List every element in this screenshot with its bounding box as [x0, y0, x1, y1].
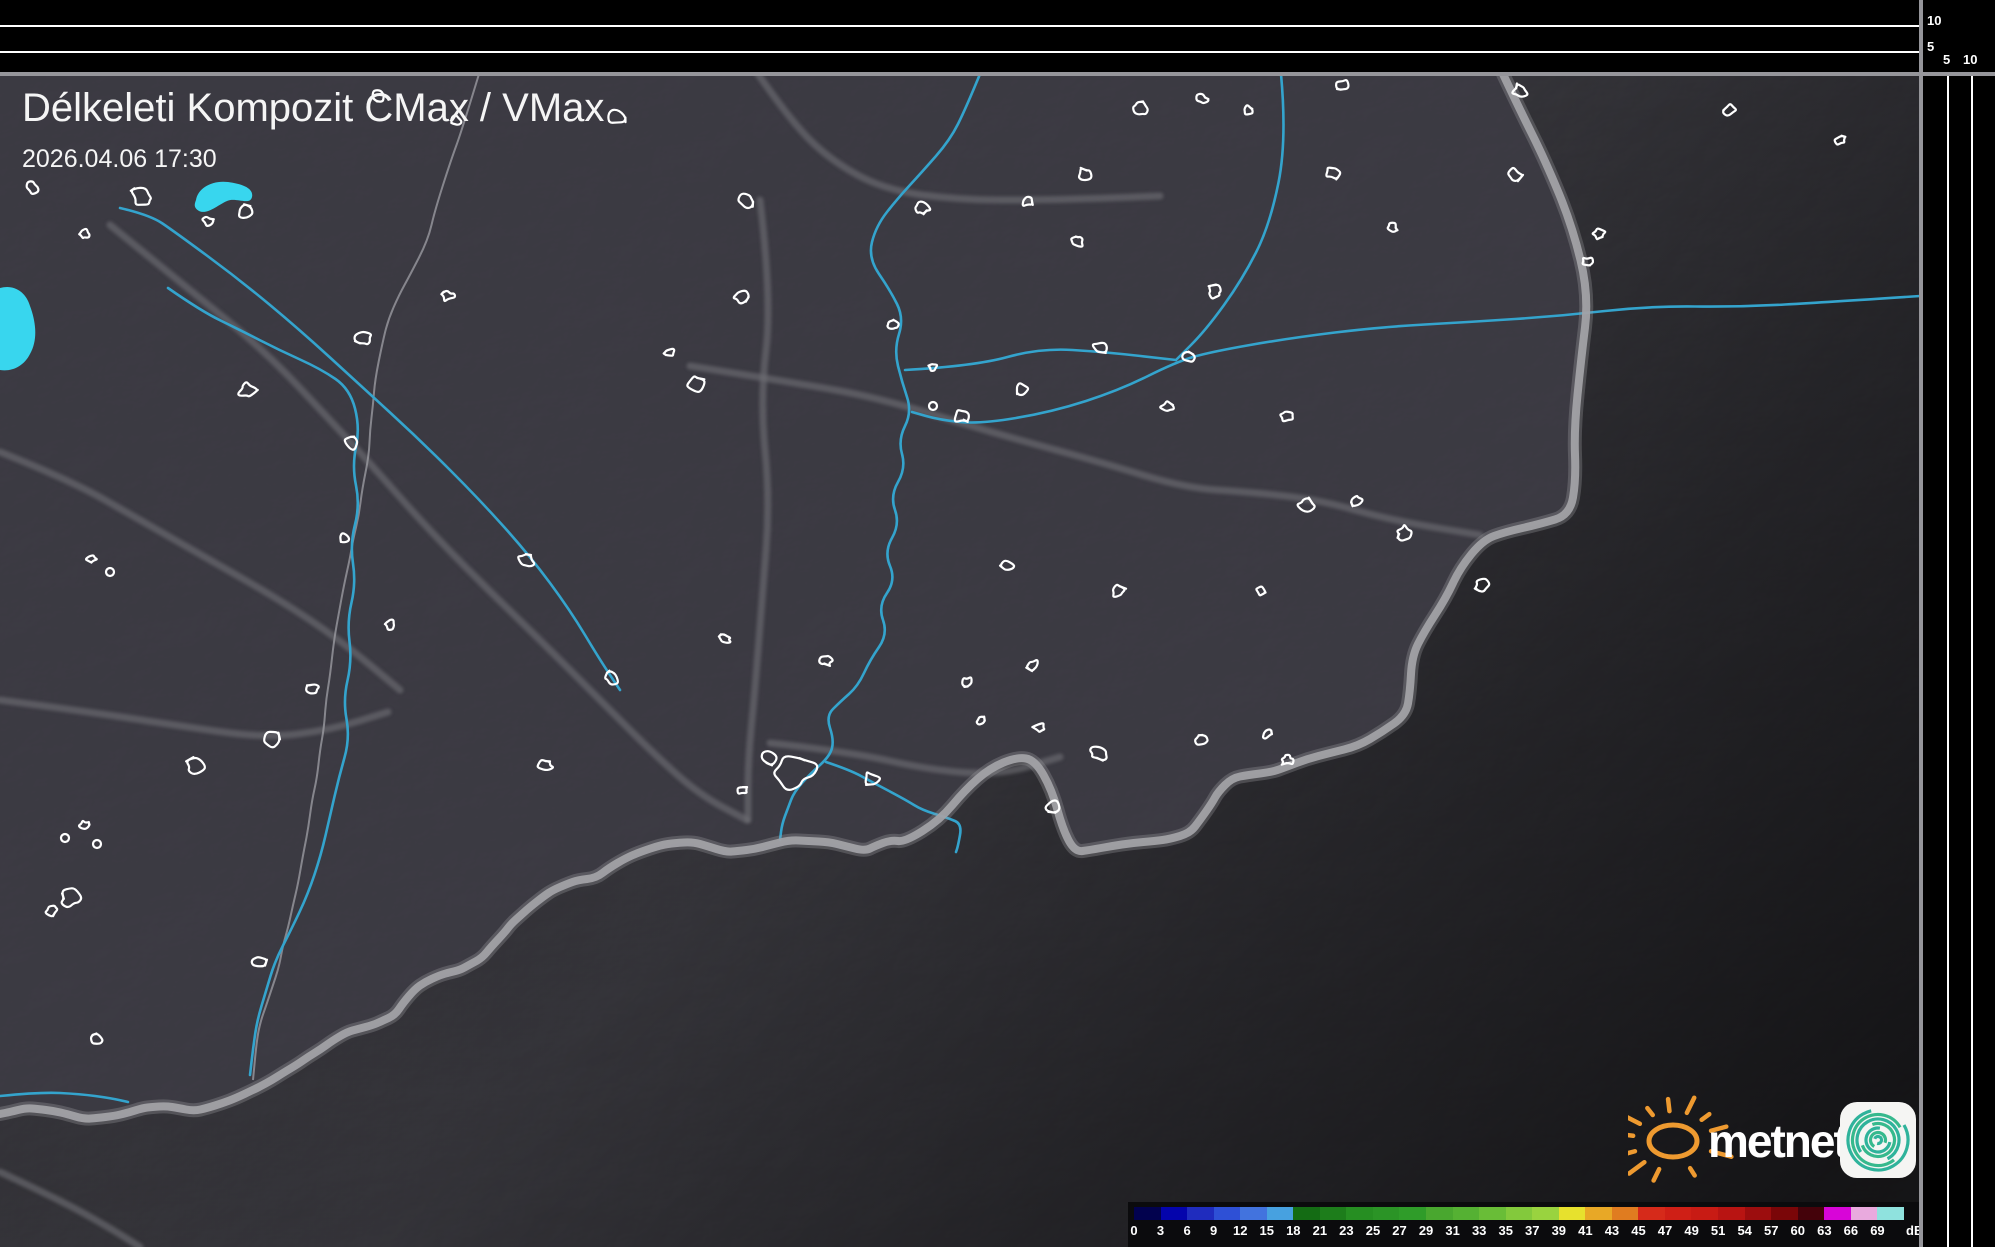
height-gridline [1947, 76, 1949, 1247]
dbz-tick-label: 60 [1787, 1223, 1809, 1239]
dbz-tick-label: 49 [1681, 1223, 1703, 1239]
dbz-color-cell [1346, 1207, 1373, 1220]
dbz-colorbar [1134, 1207, 1904, 1220]
dbz-color-cell [1665, 1207, 1692, 1220]
dbz-tick-label: 57 [1760, 1223, 1782, 1239]
dbz-color-cell [1426, 1207, 1453, 1220]
top-cross-section-panel [0, 0, 1919, 72]
dbz-color-cell [1851, 1207, 1878, 1220]
timestamp: 2026.04.06 17:30 [22, 145, 604, 174]
map-top-border-line [0, 72, 1995, 76]
dbz-tick-label: 51 [1707, 1223, 1729, 1239]
page-title: Délkeleti Kompozit CMax / VMax [22, 86, 604, 131]
dbz-color-cell [1877, 1207, 1904, 1220]
height-axis-tick-label: 5 [1927, 40, 1934, 53]
dbz-tick-label: 12 [1229, 1223, 1251, 1239]
dbz-color-cell [1134, 1207, 1161, 1220]
dbz-tick-label: 63 [1813, 1223, 1835, 1239]
dbz-color-cell [1532, 1207, 1559, 1220]
dbz-tick-label: 45 [1627, 1223, 1649, 1239]
sun-ray [1628, 1151, 1635, 1154]
dbz-color-cell [1745, 1207, 1772, 1220]
sun-ray [1647, 1108, 1652, 1115]
dbz-tick-label: 9 [1203, 1223, 1225, 1239]
dbz-tick-label: 39 [1548, 1223, 1570, 1239]
dbz-color-cell [1453, 1207, 1480, 1220]
height-axis-tick-label: 10 [1963, 53, 1977, 66]
dbz-color-cell [1479, 1207, 1506, 1220]
height-gridline [0, 51, 1919, 53]
dbz-color-cell [1506, 1207, 1533, 1220]
dbz-color-cell [1585, 1207, 1612, 1220]
metnet-logo[interactable]: metnet [1628, 1094, 1928, 1189]
sun-ray [1668, 1099, 1669, 1111]
dbz-color-cell [1161, 1207, 1188, 1220]
dbz-color-cell [1187, 1207, 1214, 1220]
dbz-color-cell [1267, 1207, 1294, 1220]
dbz-tick-label: 15 [1256, 1223, 1278, 1239]
dbz-tick-label: 69 [1866, 1223, 1888, 1239]
dbz-tick-label: 25 [1362, 1223, 1384, 1239]
dbz-color-cell [1373, 1207, 1400, 1220]
dbz-tick-label: 37 [1521, 1223, 1543, 1239]
dbz-tick-label: 54 [1734, 1223, 1756, 1239]
metnet-app-icon [1837, 1099, 1919, 1181]
title-block: Délkeleti Kompozit CMax / VMax 2026.04.0… [22, 86, 604, 174]
dbz-color-cell [1798, 1207, 1825, 1220]
dbz-color-cell [1559, 1207, 1586, 1220]
sun-ray [1628, 1134, 1633, 1136]
dbz-color-cell [1293, 1207, 1320, 1220]
dbz-tick-label: 3 [1150, 1223, 1172, 1239]
sun-core [1649, 1125, 1697, 1157]
dbz-color-cell [1638, 1207, 1665, 1220]
dbz-tick-label: 0 [1128, 1223, 1145, 1239]
dbz-tick-label: 29 [1415, 1223, 1437, 1239]
height-gridline [1971, 76, 1973, 1247]
panel-divider-line [1919, 0, 1923, 1247]
dbz-color-cell [1691, 1207, 1718, 1220]
sun-ray [1654, 1169, 1660, 1180]
dbz-color-cell [1399, 1207, 1426, 1220]
dbz-tick-label: 47 [1654, 1223, 1676, 1239]
dbz-color-cell [1214, 1207, 1241, 1220]
dbz-tick-label: 43 [1601, 1223, 1623, 1239]
dbz-legend: dBZ 036912151821232527293133353739414345… [1128, 1202, 1920, 1247]
brand-wordmark: metnet [1708, 1115, 1848, 1167]
dbz-tick-label: 6 [1176, 1223, 1198, 1239]
right-cross-section-panel: 10 55 10 [1919, 0, 1995, 1247]
dbz-tick-label: 21 [1309, 1223, 1331, 1239]
dbz-tick-label: 66 [1840, 1223, 1862, 1239]
dbz-tick-label: 41 [1574, 1223, 1596, 1239]
dbz-color-cell [1612, 1207, 1639, 1220]
dbz-tick-label: 33 [1468, 1223, 1490, 1239]
height-gridline [0, 25, 1919, 27]
dbz-color-cell [1320, 1207, 1347, 1220]
height-axis-tick-label: 5 [1943, 53, 1950, 66]
sun-ray [1628, 1115, 1640, 1124]
dbz-color-cell [1718, 1207, 1745, 1220]
dbz-tick-label: 35 [1495, 1223, 1517, 1239]
dbz-unit-label: dBZ [1906, 1223, 1920, 1239]
dbz-tick-label: 27 [1389, 1223, 1411, 1239]
sun-ray [1629, 1162, 1644, 1173]
dbz-color-cell [1240, 1207, 1267, 1220]
dbz-tick-label: 18 [1282, 1223, 1304, 1239]
sun-ray [1690, 1168, 1695, 1175]
dbz-color-cell [1824, 1207, 1851, 1220]
radar-map [0, 0, 1995, 1247]
height-axis-tick-label: 10 [1927, 14, 1941, 27]
radar-viewer-screen: 105510 Délkeleti Kompozit CMax / VMax 20… [0, 0, 1995, 1247]
dbz-tick-label: 23 [1335, 1223, 1357, 1239]
dbz-color-cell [1771, 1207, 1798, 1220]
dbz-tick-label: 31 [1442, 1223, 1464, 1239]
sun-ray [1687, 1098, 1694, 1113]
